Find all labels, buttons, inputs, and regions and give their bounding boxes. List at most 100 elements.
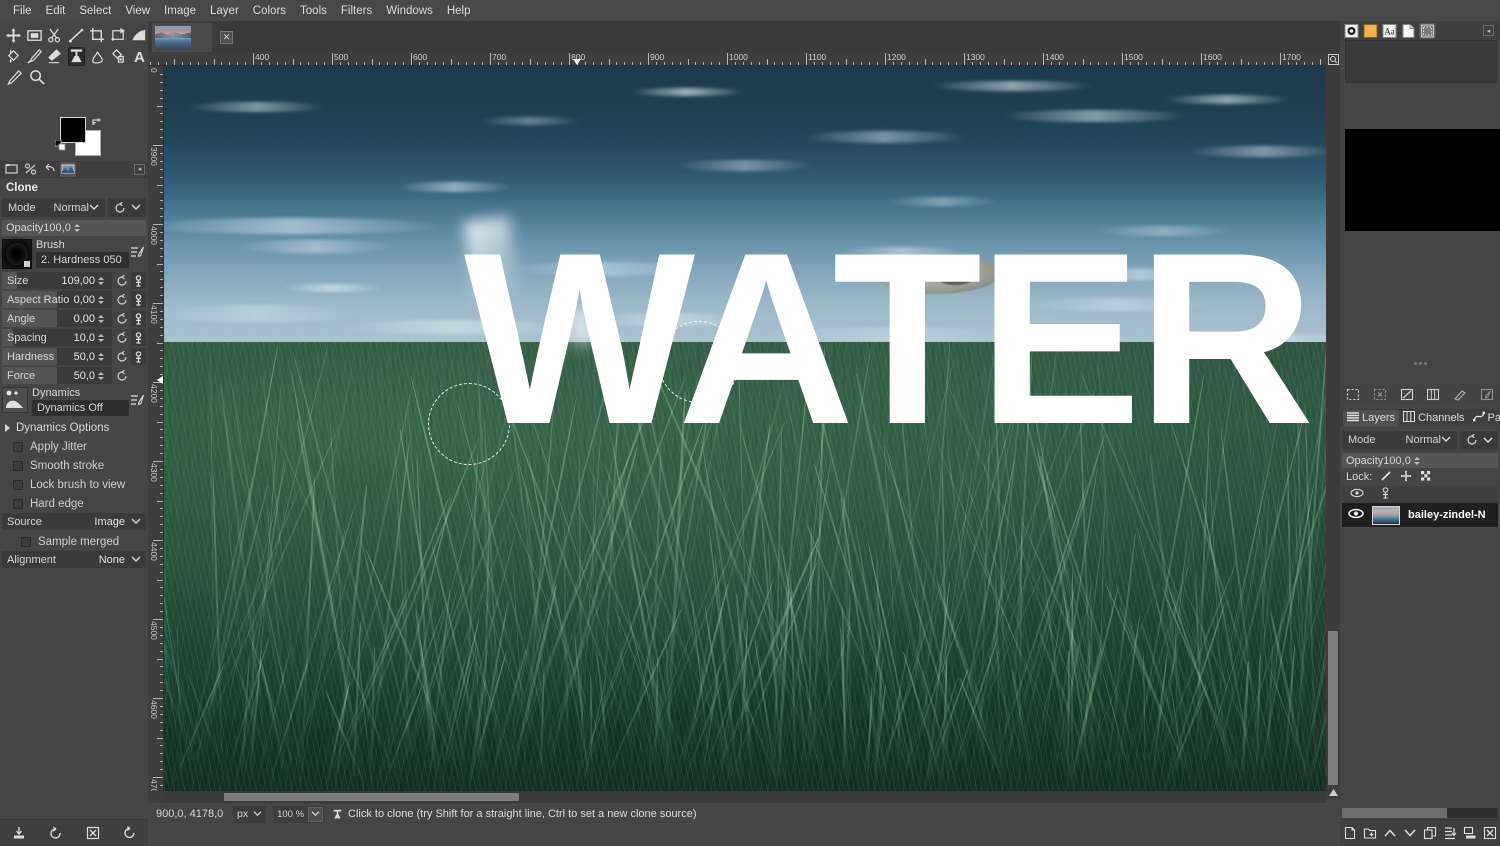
slider-stepper[interactable]: [98, 334, 107, 342]
zoom-image-button[interactable]: [1326, 52, 1340, 66]
reset-hardness-icon[interactable]: [114, 348, 129, 365]
heal-icon[interactable]: [110, 47, 127, 66]
menu-item-windows[interactable]: Windows: [379, 3, 440, 19]
pencil-icon[interactable]: [5, 68, 24, 87]
checkbox-hard-edge[interactable]: Hard edge: [0, 494, 148, 513]
dock-resize-handle[interactable]: [1340, 361, 1500, 366]
delete-layer-icon[interactable]: [1482, 823, 1498, 843]
reset-spacing-icon[interactable]: [114, 329, 129, 346]
navigation-preview-button[interactable]: [1326, 785, 1340, 799]
menu-item-tools[interactable]: Tools: [293, 3, 334, 19]
mode-extra-buttons[interactable]: [108, 198, 146, 217]
selection-rect-icon[interactable]: [1345, 387, 1362, 403]
images-tab-icon[interactable]: [60, 162, 76, 177]
rectangle-select-icon[interactable]: [26, 26, 43, 45]
layer-opacity-slider[interactable]: Opacity 100,0: [1342, 453, 1498, 468]
lock-alpha-icon[interactable]: [1420, 470, 1432, 485]
paintbrush-icon[interactable]: [26, 47, 43, 66]
scissors-select-icon[interactable]: [47, 26, 64, 45]
slider-spacing[interactable]: Spacing10,0: [2, 329, 112, 346]
vertical-ruler[interactable]: 0390040004100420043004400450046004700: [148, 66, 164, 791]
slider-stepper[interactable]: [98, 277, 107, 285]
lock-position-icon[interactable]: [1400, 470, 1412, 485]
fonts-tab-icon[interactable]: Aa: [1381, 23, 1398, 39]
layer-visibility-icon[interactable]: [1348, 508, 1364, 522]
opacity-slider[interactable]: Opacity 100,0: [2, 220, 146, 236]
source-selector[interactable]: Source Image: [2, 513, 146, 530]
tool-options-tab-icon[interactable]: [3, 162, 19, 177]
color-swatches[interactable]: [55, 117, 115, 161]
opacity-stepper[interactable]: [74, 224, 83, 232]
menu-item-view[interactable]: View: [118, 3, 157, 19]
checkbox-box[interactable]: [13, 480, 23, 490]
text-icon[interactable]: A: [131, 47, 148, 66]
eraser-icon[interactable]: [47, 47, 64, 66]
checkbox-box[interactable]: [13, 442, 23, 452]
reset-size-icon[interactable]: [114, 272, 129, 289]
menu-item-help[interactable]: Help: [440, 3, 478, 19]
sample-merged-checkbox[interactable]: Sample merged: [0, 532, 148, 551]
slider-stepper[interactable]: [98, 296, 107, 304]
tab-layers[interactable]: Layers: [1343, 410, 1399, 426]
image-tab[interactable]: [152, 23, 212, 52]
horizontal-ruler[interactable]: 4005006007008009001000110012001300140015…: [148, 52, 1340, 66]
checkbox-box[interactable]: [13, 461, 23, 471]
selection-to-channel-icon[interactable]: [1425, 387, 1442, 403]
reset-force-icon[interactable]: [114, 367, 129, 384]
edit-dynamics-icon[interactable]: [129, 387, 146, 413]
slider-force[interactable]: Force50,0: [2, 367, 112, 384]
anchor-layer-icon[interactable]: [1442, 823, 1458, 843]
zoom-dropdown-button[interactable]: [308, 807, 323, 822]
selection-to-path-icon[interactable]: [1398, 387, 1415, 403]
bucket-fill-icon[interactable]: [5, 47, 22, 66]
brush-preview[interactable]: [2, 239, 32, 269]
navigation-thumbnail[interactable]: [1345, 129, 1500, 231]
unit-selector[interactable]: px: [233, 806, 266, 823]
selection-edit-icon[interactable]: [1478, 387, 1495, 403]
alignment-selector[interactable]: Alignment None: [2, 551, 146, 568]
slider-stepper[interactable]: [98, 315, 107, 323]
menu-item-colors[interactable]: Colors: [246, 3, 293, 19]
slider-size[interactable]: Size109,00: [2, 272, 112, 289]
measure-icon[interactable]: [68, 26, 85, 45]
zoom-icon[interactable]: [28, 68, 47, 87]
layer-row[interactable]: bailey-zindel-N: [1342, 503, 1498, 527]
link-angle-icon[interactable]: [131, 310, 146, 327]
delete-tool-preset-icon[interactable]: [82, 823, 104, 843]
selection-delete-icon[interactable]: [1371, 387, 1388, 403]
clone-icon[interactable]: [68, 47, 85, 66]
tab-channels[interactable]: Channels: [1399, 410, 1468, 426]
menu-item-select[interactable]: Select: [72, 3, 118, 19]
layers-scrollbar-thumb[interactable]: [1342, 808, 1447, 818]
checkbox-smooth-stroke[interactable]: Smooth stroke: [0, 456, 148, 475]
unified-transform-icon[interactable]: [110, 26, 127, 45]
link-hardness-icon[interactable]: [131, 348, 146, 365]
canvas-horizontal-scrollbar[interactable]: [164, 791, 1326, 803]
link-aspect-ratio-icon[interactable]: [131, 291, 146, 308]
checkbox-lock-brush-to-view[interactable]: Lock brush to view: [0, 475, 148, 494]
slider-stepper[interactable]: [98, 353, 107, 361]
undo-history-tab-icon[interactable]: [22, 162, 38, 177]
lower-layer-icon[interactable]: [1402, 823, 1418, 843]
layer-opacity-stepper[interactable]: [1414, 457, 1423, 465]
brushes-tab-icon[interactable]: [1343, 23, 1360, 39]
gradient-icon[interactable]: [131, 26, 148, 45]
close-image-button[interactable]: ✕: [220, 31, 233, 44]
right-dock-menu-button[interactable]: ◂: [1483, 25, 1494, 36]
navigation-tab-icon[interactable]: [1419, 23, 1436, 39]
restore-tool-preset-icon[interactable]: [45, 823, 67, 843]
slider-aspect-ratio[interactable]: Aspect Ratio0,00: [2, 291, 112, 308]
link-size-icon[interactable]: [131, 272, 146, 289]
checkbox-box[interactable]: [13, 499, 23, 509]
dynamics-options-expander[interactable]: Dynamics Options: [0, 419, 148, 437]
slider-stepper[interactable]: [98, 372, 107, 380]
patterns-tab-icon[interactable]: [1362, 23, 1379, 39]
move-icon[interactable]: [5, 26, 22, 45]
layers-horizontal-scrollbar[interactable]: [1342, 808, 1498, 818]
dynamics-value[interactable]: Dynamics Off: [32, 400, 129, 416]
raise-layer-icon[interactable]: [1382, 823, 1398, 843]
zoom-selector[interactable]: 100 %: [273, 806, 325, 823]
slider-hardness[interactable]: Hardness50,0: [2, 348, 112, 365]
link-spacing-icon[interactable]: [131, 329, 146, 346]
menu-item-filters[interactable]: Filters: [334, 3, 379, 19]
